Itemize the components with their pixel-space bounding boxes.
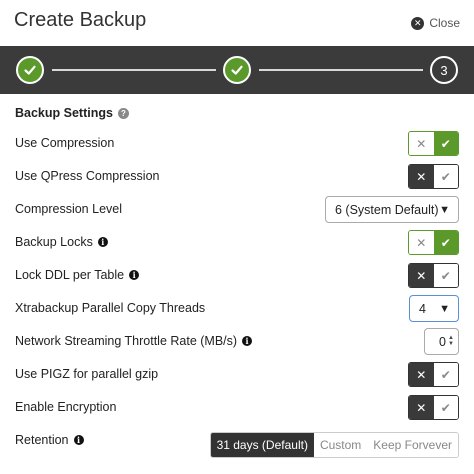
info-icon[interactable]: i xyxy=(97,237,108,247)
section-title-text: Backup Settings xyxy=(15,106,113,120)
row-backup-locks: Backup Locks i ✕ ✔ xyxy=(0,228,474,258)
use-qpress-toggle[interactable]: ✕ ✔ xyxy=(408,164,459,189)
compression-level-select[interactable]: 6 (System Default) ▼ xyxy=(325,196,459,223)
row-use-compression: Use Compression ✕ ✔ xyxy=(0,129,474,159)
check-icon: ✔ xyxy=(433,363,458,386)
throttle-rate-value: 0 xyxy=(439,334,446,349)
row-encryption: Enable Encryption ✕ ✔ xyxy=(0,393,474,423)
compression-level-label: Compression Level xyxy=(15,202,122,216)
check-icon xyxy=(24,65,36,75)
check-icon: ✔ xyxy=(433,264,458,287)
parallel-threads-label: Xtrabackup Parallel Copy Threads xyxy=(15,301,206,315)
section-title: Backup Settings ? xyxy=(15,106,129,120)
close-button[interactable]: ✕ Close xyxy=(411,16,460,30)
close-label: Close xyxy=(429,16,460,30)
encryption-toggle[interactable]: ✕ ✔ xyxy=(408,395,459,420)
use-compression-label: Use Compression xyxy=(15,136,115,150)
throttle-rate-input[interactable]: 0 ▲ ▼ xyxy=(424,328,459,355)
row-use-qpress: Use QPress Compression ✕ ✔ xyxy=(0,162,474,192)
check-icon: ✔ xyxy=(433,231,458,254)
retention-segmented-control: 31 days (Default) Custom Keep Forvever xyxy=(209,432,459,458)
x-icon: ✕ xyxy=(409,231,434,254)
step-connector xyxy=(259,69,423,71)
check-icon: ✔ xyxy=(433,396,458,419)
x-icon: ✕ xyxy=(409,264,434,287)
step-1-done[interactable] xyxy=(16,56,44,84)
row-use-pigz: Use PIGZ for parallel gzip ✕ ✔ xyxy=(0,360,474,390)
step-3-current[interactable]: 3 xyxy=(430,56,458,84)
caret-down-icon: ▼ xyxy=(439,302,450,315)
encryption-label: Enable Encryption xyxy=(15,400,117,414)
x-icon: ✕ xyxy=(409,132,434,155)
check-icon: ✔ xyxy=(433,165,458,188)
step-connector xyxy=(52,69,216,71)
row-parallel-threads: Xtrabackup Parallel Copy Threads 4 ▼ xyxy=(0,294,474,324)
retention-option-custom[interactable]: Custom xyxy=(313,433,368,457)
row-lock-ddl: Lock DDL per Table i ✕ ✔ xyxy=(0,261,474,291)
row-compression-level: Compression Level 6 (System Default) ▼ xyxy=(0,195,474,225)
x-icon: ✕ xyxy=(409,396,434,419)
use-compression-toggle[interactable]: ✕ ✔ xyxy=(408,131,459,156)
throttle-rate-label: Network Streaming Throttle Rate (MB/s) i xyxy=(15,334,253,348)
retention-label: Retention i xyxy=(15,433,84,447)
info-icon[interactable]: i xyxy=(129,270,140,280)
row-retention: Retention i 31 days (Default) Custom Kee… xyxy=(0,432,474,463)
dialog-title: Create Backup xyxy=(14,9,147,31)
info-icon[interactable]: i xyxy=(242,336,253,346)
lock-ddl-toggle[interactable]: ✕ ✔ xyxy=(408,263,459,288)
help-icon[interactable]: ? xyxy=(117,107,129,119)
row-throttle-rate: Network Streaming Throttle Rate (MB/s) i… xyxy=(0,327,474,357)
parallel-threads-select[interactable]: 4 ▼ xyxy=(409,295,459,322)
x-icon: ✕ xyxy=(409,363,434,386)
wizard-stepper: 3 xyxy=(0,46,474,94)
step-2-done[interactable] xyxy=(223,56,251,84)
retention-option-forever[interactable]: Keep Forvever xyxy=(367,433,458,457)
close-icon: ✕ xyxy=(411,16,425,30)
backup-locks-toggle[interactable]: ✕ ✔ xyxy=(408,230,459,255)
check-icon xyxy=(231,65,243,75)
dialog-header: Create Backup ✕ Close xyxy=(0,0,474,46)
use-qpress-label: Use QPress Compression xyxy=(15,169,160,183)
backup-locks-label: Backup Locks i xyxy=(15,235,108,249)
compression-level-value: 6 (System Default) xyxy=(335,202,439,217)
retention-option-default[interactable]: 31 days (Default) xyxy=(210,433,314,457)
use-pigz-label: Use PIGZ for parallel gzip xyxy=(15,367,159,381)
info-icon[interactable]: i xyxy=(73,435,84,445)
check-icon: ✔ xyxy=(433,132,458,155)
spinner-icon[interactable]: ▲ ▼ xyxy=(448,335,455,348)
lock-ddl-label: Lock DDL per Table i xyxy=(15,268,140,282)
caret-down-icon: ▼ xyxy=(439,203,450,216)
parallel-threads-value: 4 xyxy=(419,301,426,316)
x-icon: ✕ xyxy=(409,165,434,188)
use-pigz-toggle[interactable]: ✕ ✔ xyxy=(408,362,459,387)
